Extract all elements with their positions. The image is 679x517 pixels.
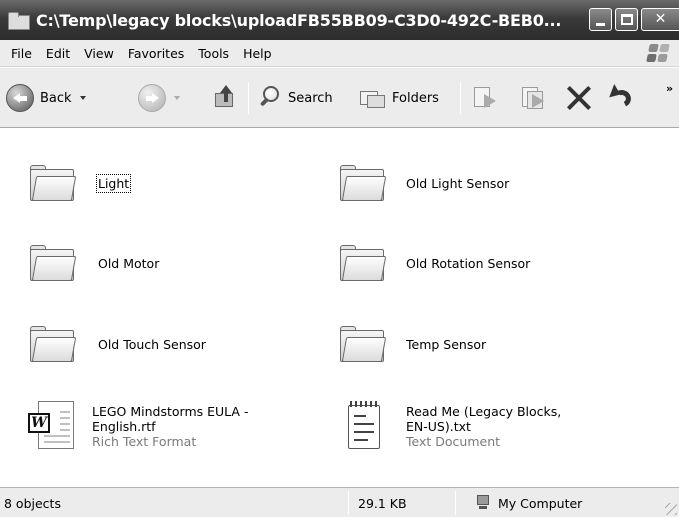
notepad-document-icon bbox=[342, 399, 386, 453]
status-bar: 8 objects 29.1 KB My Computer bbox=[0, 487, 679, 517]
back-dropdown-icon[interactable] bbox=[79, 96, 86, 100]
copy-to-button[interactable] bbox=[520, 81, 548, 115]
windows-logo-icon bbox=[646, 43, 671, 63]
file-name-line2: EN-US).txt bbox=[406, 418, 471, 434]
folder-label: Old Light Sensor bbox=[406, 175, 510, 191]
back-arrow-icon bbox=[6, 84, 34, 112]
file-name-line1: Read Me (Legacy Blocks, bbox=[406, 403, 562, 419]
status-object-count: 8 objects bbox=[4, 495, 61, 511]
folder-icon bbox=[28, 324, 77, 364]
folder-label: Old Motor bbox=[98, 255, 160, 271]
menu-file[interactable]: File bbox=[4, 46, 39, 61]
toolbar: Back Search Folders » bbox=[0, 68, 679, 128]
move-to-button[interactable] bbox=[472, 81, 500, 115]
status-size: 29.1 KB bbox=[358, 495, 407, 511]
menu-help[interactable]: Help bbox=[236, 46, 279, 61]
toolbar-overflow-chevron[interactable]: » bbox=[666, 82, 673, 95]
search-button[interactable]: Search bbox=[258, 81, 333, 115]
up-folder-button[interactable] bbox=[213, 81, 235, 115]
forward-arrow-icon bbox=[138, 84, 166, 112]
folder-icon bbox=[28, 243, 77, 283]
undo-button[interactable] bbox=[604, 81, 634, 115]
title-bar[interactable]: C:\Temp\legacy blocks\uploadFB55BB09-C3D… bbox=[0, 0, 679, 40]
toolbar-separator bbox=[460, 82, 461, 114]
back-button[interactable]: Back bbox=[6, 81, 86, 115]
back-label: Back bbox=[40, 90, 72, 106]
folder-icon bbox=[338, 324, 387, 364]
folders-icon bbox=[360, 87, 386, 109]
file-label: LEGO Mindstorms EULA - English.rtf Rich … bbox=[92, 404, 248, 449]
search-label: Search bbox=[288, 90, 333, 106]
undo-icon bbox=[604, 84, 634, 111]
close-button[interactable]: ✕ bbox=[641, 8, 679, 31]
file-list-view[interactable]: Light Old Light Sensor Old Motor Old Rot… bbox=[0, 129, 679, 486]
menu-favorites[interactable]: Favorites bbox=[121, 46, 191, 61]
search-icon bbox=[258, 86, 282, 110]
folders-button[interactable]: Folders bbox=[360, 81, 439, 115]
resize-grip[interactable] bbox=[665, 503, 677, 515]
copy-to-icon bbox=[520, 85, 548, 111]
folder-icon bbox=[338, 163, 387, 203]
status-divider bbox=[348, 491, 349, 515]
maximize-icon bbox=[620, 14, 633, 25]
move-to-icon bbox=[472, 85, 500, 111]
file-label: Read Me (Legacy Blocks, EN-US).txt Text … bbox=[406, 404, 561, 449]
forward-button[interactable] bbox=[138, 81, 180, 115]
folder-item-old-light-sensor[interactable]: Old Light Sensor bbox=[338, 163, 509, 203]
up-folder-icon bbox=[213, 85, 235, 111]
status-location: My Computer bbox=[498, 495, 583, 511]
folder-item-temp-sensor[interactable]: Temp Sensor bbox=[338, 324, 486, 364]
close-icon: ✕ bbox=[654, 11, 667, 27]
folder-label: Light bbox=[95, 173, 132, 193]
file-item-readme[interactable]: Read Me (Legacy Blocks, EN-US).txt Text … bbox=[342, 399, 561, 453]
folders-label: Folders bbox=[392, 90, 439, 106]
folder-item-old-motor[interactable]: Old Motor bbox=[28, 243, 159, 283]
my-computer-icon bbox=[476, 495, 492, 511]
folder-item-light[interactable]: Light bbox=[28, 163, 132, 203]
minimize-button[interactable] bbox=[589, 8, 612, 31]
folder-label: Temp Sensor bbox=[406, 336, 487, 352]
minimize-icon bbox=[596, 23, 605, 26]
word-document-icon: W bbox=[28, 399, 78, 453]
menu-tools[interactable]: Tools bbox=[191, 46, 236, 61]
delete-icon bbox=[566, 85, 592, 111]
folder-icon bbox=[8, 12, 30, 30]
window-title: C:\Temp\legacy blocks\uploadFB55BB09-C3D… bbox=[36, 10, 562, 30]
status-zone: My Computer bbox=[476, 488, 582, 517]
folder-item-old-rotation-sensor[interactable]: Old Rotation Sensor bbox=[338, 243, 530, 283]
menu-view[interactable]: View bbox=[77, 46, 121, 61]
toolbar-separator bbox=[248, 82, 249, 114]
menu-edit[interactable]: Edit bbox=[39, 46, 77, 61]
folder-label: Old Touch Sensor bbox=[98, 336, 206, 352]
status-divider bbox=[455, 491, 456, 515]
folder-icon bbox=[28, 163, 77, 203]
delete-button[interactable] bbox=[566, 81, 592, 115]
folder-label: Old Rotation Sensor bbox=[406, 255, 531, 271]
file-type: Rich Text Format bbox=[92, 433, 197, 449]
file-name-line2: English.rtf bbox=[92, 418, 156, 434]
maximize-button[interactable] bbox=[615, 8, 638, 31]
file-name-line1: LEGO Mindstorms EULA - bbox=[92, 403, 249, 419]
menu-bar: File Edit View Favorites Tools Help bbox=[0, 40, 679, 67]
folder-item-old-touch-sensor[interactable]: Old Touch Sensor bbox=[28, 324, 206, 364]
forward-dropdown-icon[interactable] bbox=[174, 96, 180, 100]
file-item-eula[interactable]: W LEGO Mindstorms EULA - English.rtf Ric… bbox=[28, 399, 248, 453]
folder-icon bbox=[338, 243, 387, 283]
file-type: Text Document bbox=[406, 433, 501, 449]
